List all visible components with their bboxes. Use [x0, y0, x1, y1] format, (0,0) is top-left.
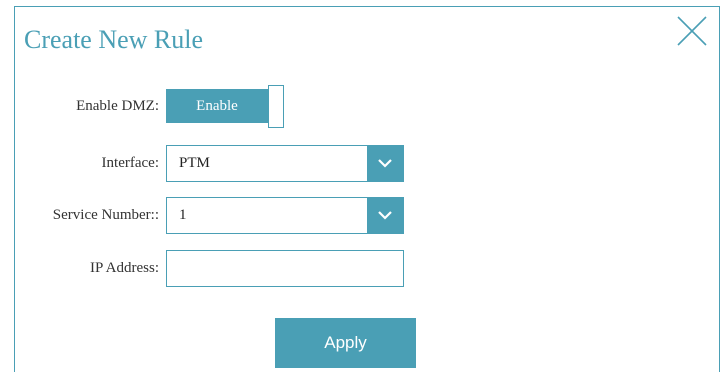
create-rule-dialog: Create New Rule Enable DMZ: Enable Inter… [14, 6, 720, 372]
service-number-select-value: 1 [179, 207, 187, 223]
toggle-knob [268, 85, 284, 128]
ip-address-label: IP Address: [89, 260, 159, 276]
chevron-down-icon [367, 146, 403, 181]
toggle-enabled-text: Enable [166, 89, 268, 123]
chevron-down-icon [367, 198, 403, 233]
service-number-label: Service Number:: [52, 207, 159, 223]
interface-select-value: PTM [179, 155, 210, 171]
interface-label: Interface: [101, 155, 159, 171]
interface-select[interactable]: PTM [166, 145, 404, 182]
close-icon[interactable] [674, 13, 710, 49]
apply-button[interactable]: Apply [275, 318, 416, 368]
service-number-select[interactable]: 1 [166, 197, 404, 234]
ip-address-input[interactable] [166, 250, 404, 287]
enable-dmz-toggle[interactable]: Enable [166, 85, 285, 131]
dialog-title: Create New Rule [24, 25, 204, 54]
enable-dmz-label: Enable DMZ: [76, 98, 159, 114]
